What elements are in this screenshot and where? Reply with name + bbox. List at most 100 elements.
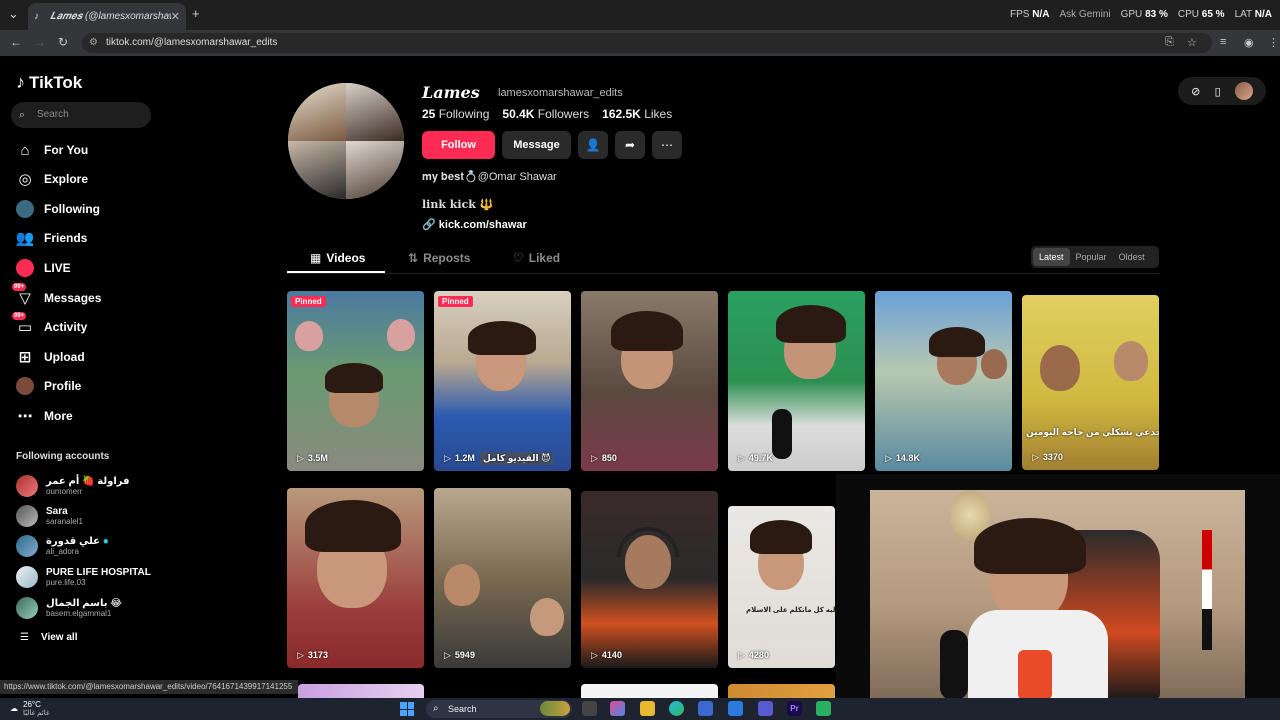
site-info-icon[interactable]: ⚙ [89, 33, 98, 53]
grid-icon: ▦ [310, 251, 322, 265]
sort-popular[interactable]: Popular [1070, 248, 1113, 266]
search-placeholder: Search [37, 109, 69, 120]
copilot-icon[interactable] [610, 701, 625, 716]
file-explorer-icon[interactable] [640, 701, 655, 716]
sidebar-item-label: Following [44, 202, 100, 216]
video-thumbnail-partial[interactable] [728, 684, 835, 698]
following-account-item[interactable]: PURE LIFE HOSPITAL pure.life.03 [16, 564, 151, 590]
divider [287, 273, 1159, 274]
install-app-icon[interactable]: ⎘ [1165, 36, 1174, 49]
add-friend-icon[interactable]: 👤 [578, 131, 608, 159]
teams-icon[interactable] [758, 701, 773, 716]
sidebar-item-messages[interactable]: ▽ 99+ Messages [12, 283, 101, 309]
tiktok-logo[interactable]: ♪ TikTok [16, 72, 82, 93]
tab-search-icon[interactable]: ⌄ [8, 6, 19, 22]
search-input[interactable]: ⌕ Search [11, 102, 151, 128]
bookmark-star-icon[interactable]: ☆ [1187, 36, 1197, 49]
sidebar-item-for-you[interactable]: ⌂ For You [16, 139, 88, 161]
windows-start-icon[interactable] [400, 702, 414, 716]
following-account-item[interactable]: علي قدورة ● ali_adora [16, 533, 109, 559]
face-shape [444, 564, 480, 606]
share-icon[interactable]: ➦ [615, 131, 645, 159]
video-thumbnail[interactable]: ▷ 49.7K [728, 291, 865, 471]
profile-stats: 25 Following 50.4K Followers 162.5K Like… [422, 107, 672, 121]
store-icon[interactable] [698, 701, 713, 716]
sidebar-item-profile[interactable]: Profile [16, 375, 81, 397]
following-account-item[interactable]: باسم الجمال 😂 basem.elgammal1 [16, 595, 122, 621]
sidebar-item-following[interactable]: Following [16, 198, 100, 220]
account-handle: ali_adora [46, 547, 79, 556]
sidebar-item-activity[interactable]: ▭ 99+ Activity [12, 312, 87, 338]
face-shape [1114, 341, 1148, 381]
video-caption: جدعي بشكلي من حاجة اليومين [1026, 427, 1159, 437]
reload-icon[interactable]: ↻ [58, 35, 68, 49]
app-icon[interactable] [816, 701, 831, 716]
ask-gemini-button[interactable]: Ask Gemini [1059, 9, 1110, 20]
browser-tab[interactable]: ♪ 𝑳𝒂𝒎𝒆𝒔 (@lamesxomarshawar_ ✕ [28, 3, 186, 30]
video-thumbnail[interactable]: ▷ 5949 [434, 488, 571, 668]
lat-value: N/A [1254, 9, 1272, 20]
verified-icon: ● [102, 536, 109, 547]
profile-avatar[interactable] [288, 83, 404, 199]
browser-menu-icon[interactable]: ⋮ [1268, 36, 1279, 49]
device-icon[interactable]: ▯ [1215, 85, 1221, 98]
following-account-item[interactable]: فراولة 🍓 أم عمر oumomerr [16, 473, 130, 499]
user-avatar[interactable] [1234, 82, 1253, 100]
headphones-shape [617, 527, 679, 557]
sidebar-item-friends[interactable]: 👥 Friends [16, 227, 88, 249]
following-account-item[interactable]: Sara saranalel1 [16, 503, 83, 529]
following-accounts-title: Following accounts [16, 451, 110, 462]
video-thumbnail[interactable]: Pinned الفيديو كامل 😈 ▷ 1.2M [434, 291, 571, 471]
taskbar-widget-icon[interactable] [540, 701, 570, 716]
search-icon: ⌕ [433, 703, 439, 714]
pinned-badge: Pinned [291, 296, 326, 307]
profile-link[interactable]: 🔗 kick.com/shawar [422, 218, 527, 231]
reading-list-icon[interactable]: ≡ [1220, 36, 1226, 48]
premiere-icon[interactable]: Pr [787, 701, 802, 716]
sidebar-item-explore[interactable]: ◎ Explore [16, 168, 88, 190]
compass-icon[interactable]: ⊘ [1191, 85, 1200, 98]
tiktok-favicon-icon: ♪ [34, 10, 39, 22]
sidebar-item-upload[interactable]: ⊞ Upload [16, 346, 85, 368]
tab-label: Liked [528, 251, 561, 265]
likes-label: Likes [644, 107, 673, 121]
video-thumbnail-partial[interactable] [581, 684, 718, 698]
new-tab-button[interactable]: + [192, 6, 200, 21]
sidebar-item-live[interactable]: LIVE [16, 257, 71, 279]
url-field[interactable]: ⚙ tiktok.com/@lamesxomarshawar_edits [82, 33, 1212, 53]
avatar [16, 505, 38, 527]
sidebar-item-more[interactable]: ⋯ More [16, 405, 73, 427]
video-thumbnail[interactable]: Pinned ▷ 3.5M [287, 291, 424, 471]
message-button[interactable]: Message [502, 131, 571, 159]
video-thumbnail[interactable]: ▷ 850 [581, 291, 718, 471]
bio-line: link kick 🔱 [422, 198, 493, 211]
mail-icon[interactable] [728, 701, 743, 716]
video-thumbnail[interactable]: ليه كل ماتكلم على الاسلام ▷ 4280 [728, 506, 835, 668]
view-all-link[interactable]: ☰ View all [20, 632, 77, 643]
follow-button[interactable]: Follow [422, 131, 495, 159]
more-options-icon[interactable]: ⋯ [652, 131, 682, 159]
edge-icon[interactable] [669, 701, 684, 716]
weather-widget[interactable]: ☁ 26°C غائم غالبًا [10, 700, 50, 717]
browser-profile-icon[interactable]: ◉ [1244, 36, 1254, 49]
back-arrow-icon[interactable]: ← [10, 35, 22, 49]
sort-latest[interactable]: Latest [1033, 248, 1070, 266]
tab-liked[interactable]: ♡ Liked [513, 251, 560, 265]
tab-close-icon[interactable]: ✕ [171, 10, 180, 23]
following-stat[interactable]: 25 Following [422, 107, 489, 121]
video-thumbnail-partial[interactable] [298, 684, 424, 698]
video-thumbnail[interactable]: جدعي بشكلي من حاجة اليومين ▷ 3370 [1022, 295, 1159, 470]
video-thumbnail[interactable]: ▷ 14.8K [875, 291, 1012, 471]
tab-videos[interactable]: ▦ Videos [310, 251, 365, 265]
video-thumbnail[interactable]: ▷ 3173 [287, 488, 424, 668]
sort-oldest[interactable]: Oldest [1113, 248, 1151, 266]
hair-shape [325, 363, 383, 393]
video-thumbnail[interactable]: ▷ 4140 [581, 491, 718, 668]
task-view-icon[interactable] [582, 701, 597, 716]
tab-reposts[interactable]: ⇅ Reposts [408, 251, 470, 265]
performance-overlay: FPS N/A Ask Gemini GPU 83 % CPU 65 % LAT… [1010, 9, 1272, 20]
link-icon: 🔗 [422, 219, 436, 231]
compass-icon: ◎ [18, 171, 32, 188]
followers-stat[interactable]: 50.4K Followers [502, 107, 589, 121]
forward-arrow-icon[interactable]: → [34, 35, 46, 49]
